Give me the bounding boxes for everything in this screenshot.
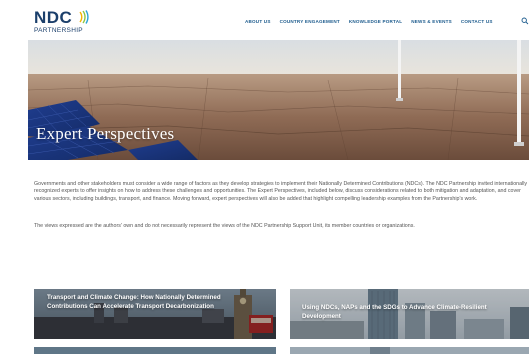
main-nav: ABOUT US COUNTRY ENGAGEMENT KNOWLEDGE PO… bbox=[245, 19, 493, 24]
nav-about-us[interactable]: ABOUT US bbox=[245, 19, 271, 24]
logo-arcs-icon bbox=[79, 10, 89, 24]
card-title: Transport and Climate Change: How Nation… bbox=[47, 294, 221, 310]
card-third[interactable] bbox=[34, 347, 276, 354]
ndc-partnership-logo[interactable]: NDC PARTNERSHIP bbox=[34, 8, 89, 34]
page-title: Expert Perspectives bbox=[36, 124, 175, 143]
search-icon[interactable] bbox=[521, 17, 529, 25]
logo-wordmark: NDC bbox=[34, 8, 73, 27]
hero-banner: Expert Perspectives bbox=[28, 40, 529, 160]
logo-subtitle: PARTNERSHIP bbox=[34, 27, 83, 34]
card-image bbox=[290, 347, 529, 354]
site-header: NDC PARTNERSHIP ABOUT US COUNTRY ENGAGEM… bbox=[0, 0, 529, 40]
card-transport-climate-change[interactable]: Transport and Climate Change: How Nation… bbox=[34, 289, 276, 339]
disclaimer-text: The views expressed are the authors' own… bbox=[34, 223, 415, 229]
card-fourth[interactable] bbox=[290, 347, 529, 354]
nav-contact-us[interactable]: CONTACT US bbox=[461, 19, 493, 24]
card-ndcs-naps-sdgs[interactable]: Using NDCs, NAPs and the SDGs to Advance… bbox=[290, 289, 529, 339]
intro-paragraph: Governments and other stakeholders must … bbox=[34, 181, 528, 202]
card-title: Using NDCs, NAPs and the SDGs to Advance… bbox=[302, 304, 487, 320]
card-image bbox=[34, 347, 276, 354]
nav-news-events[interactable]: NEWS & EVENTS bbox=[411, 19, 452, 24]
nav-knowledge-portal[interactable]: KNOWLEDGE PORTAL bbox=[349, 19, 402, 24]
nav-country-engagement[interactable]: COUNTRY ENGAGEMENT bbox=[280, 19, 340, 24]
